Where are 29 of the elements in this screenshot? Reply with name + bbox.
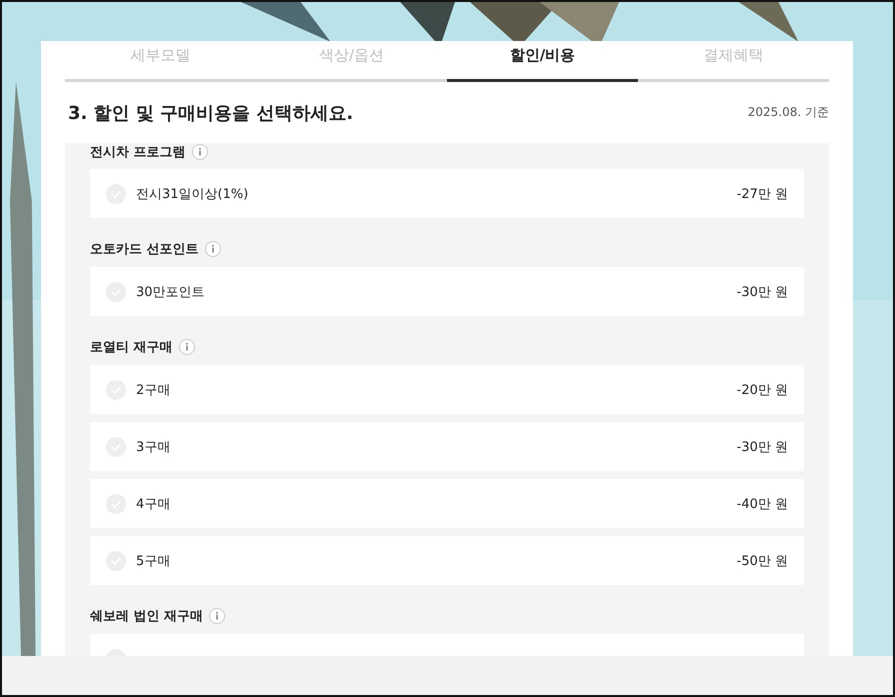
option-label: 4구매 <box>136 496 172 512</box>
option-label: 30만포인트 <box>136 284 206 300</box>
discount-option[interactable]: 30만포인트 -30만 원 <box>90 267 804 316</box>
discount-option[interactable]: 3구매 -30만 원 <box>90 422 804 471</box>
info-icon[interactable] <box>178 339 195 355</box>
discount-amount: -30만 원 <box>736 284 788 300</box>
option-label: 전시31일이상(1%) <box>136 186 250 202</box>
option-label: 5구매 <box>136 552 172 570</box>
group-title: 전시차 프로그램 <box>90 144 186 161</box>
discount-option[interactable]: 5구매 -50만 원 <box>90 536 804 585</box>
group-title: 로열티 재구매 <box>90 339 173 356</box>
option-label: 2구매 <box>136 382 172 398</box>
step-tab[interactable]: 할인/비용 <box>447 41 638 82</box>
discount-amount: -50만 원 <box>736 552 788 570</box>
discount-amount: -27만 원 <box>736 186 788 202</box>
section-heading: 3. 할인 및 구매비용을 선택하세요. <box>68 102 354 124</box>
discount-amount: -40만 원 <box>736 496 788 512</box>
group-title: 쉐보레 법인 재구매 <box>90 608 204 625</box>
discount-amount: -20만 원 <box>736 382 788 398</box>
info-icon[interactable] <box>209 608 226 624</box>
discount-option[interactable]: 4구매 -40만 원 <box>90 479 804 528</box>
discount-option[interactable]: 전시31일이상(1%) -27만 원 <box>90 169 804 218</box>
option-label: 3구매 <box>136 438 172 456</box>
discount-option[interactable]: 2구매 -20만 원 <box>90 365 804 414</box>
info-icon[interactable] <box>204 241 221 257</box>
group-title: 오토카드 선포인트 <box>90 241 199 258</box>
discount-amount: -30만 원 <box>736 438 788 456</box>
date-note: 2025.08. 기준 <box>748 104 829 121</box>
info-icon[interactable] <box>192 144 208 160</box>
